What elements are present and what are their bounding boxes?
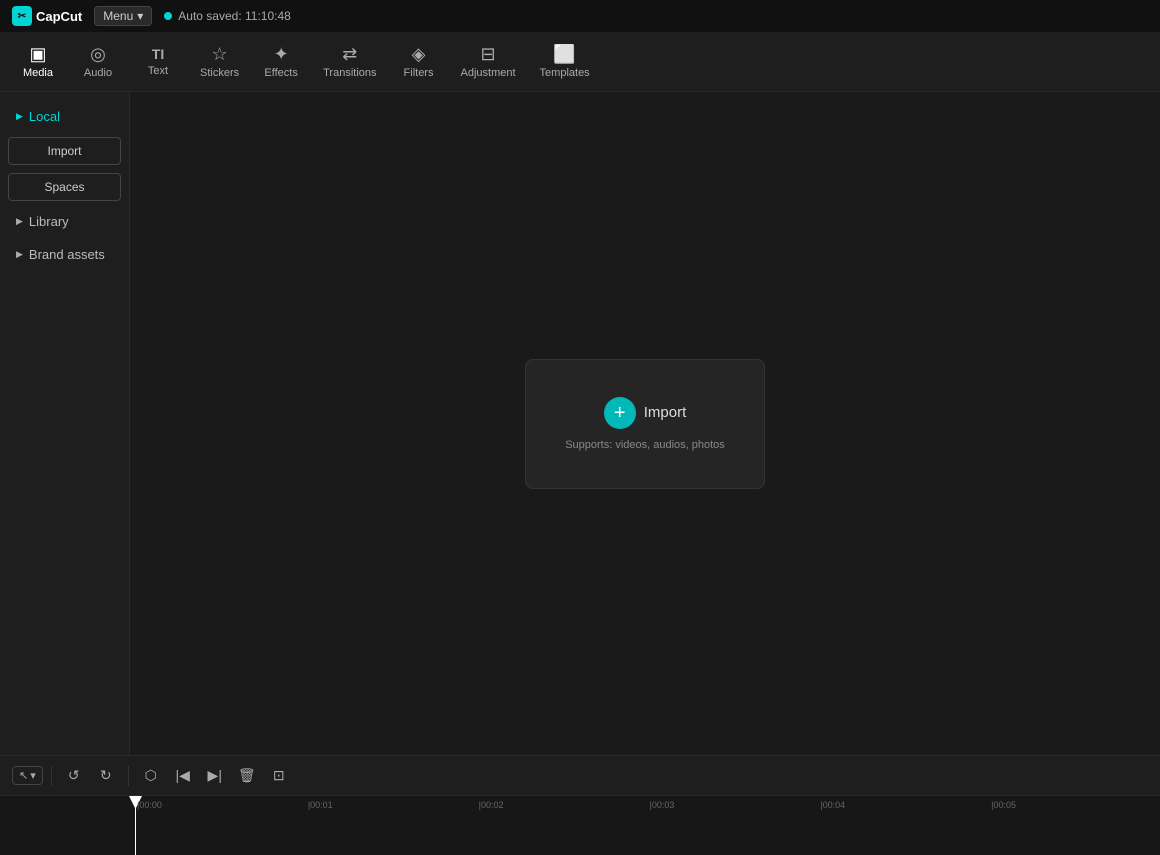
logo-text: CapCut <box>36 9 82 24</box>
templates-icon: ⬜ <box>553 45 575 63</box>
import-button[interactable]: Import <box>8 137 121 165</box>
chevron-right-icon-brand: ▶ <box>16 249 23 260</box>
trim-right-icon: ▶| <box>208 767 222 784</box>
import-plus-icon: + <box>604 397 636 429</box>
menu-button[interactable]: Menu ▾ <box>94 6 152 26</box>
import-card-title: Import <box>644 404 687 421</box>
transitions-icon: ⇄ <box>342 45 357 63</box>
split-button[interactable]: ⬡ <box>137 762 165 790</box>
toolbar-divider-2 <box>128 766 129 786</box>
sidebar-item-brand-assets[interactable]: ▶ Brand assets <box>4 239 125 270</box>
effects-icon: ✦ <box>274 45 289 63</box>
ruler-mark-4: |00:04 <box>818 800 989 810</box>
ruler-mark-2: |00:02 <box>477 800 648 810</box>
chevron-down-icon: ▶ <box>16 111 23 122</box>
split-icon: ⬡ <box>145 767 157 784</box>
redo-button[interactable]: ↻ <box>92 762 120 790</box>
nav-item-stickers[interactable]: ☆ Stickers <box>188 39 251 85</box>
undo-icon: ↺ <box>68 767 80 784</box>
ruler-mark-1: |00:01 <box>306 800 477 810</box>
import-card[interactable]: + Import Supports: videos, audios, photo… <box>525 359 765 489</box>
nav-item-templates[interactable]: ⬜ Templates <box>528 39 602 85</box>
nav-label-media: Media <box>23 67 53 79</box>
nav-item-transitions[interactable]: ⇄ Transitions <box>311 39 388 85</box>
media-icon: ▣ <box>29 45 46 63</box>
sidebar-library-label: Library <box>29 214 69 229</box>
top-nav: ▣ Media ◎ Audio TI Text ☆ Stickers ✦ Eff… <box>0 32 1160 92</box>
chevron-right-icon: ▶ <box>16 216 23 227</box>
spaces-label: Spaces <box>44 180 84 194</box>
nav-item-adjustment[interactable]: ⊟ Adjustment <box>449 39 528 85</box>
select-arrow-icon: ▾ <box>30 769 36 782</box>
filters-icon: ◈ <box>412 45 426 63</box>
trim-left-button[interactable]: |◀ <box>169 762 197 790</box>
import-card-top: + Import <box>604 397 687 429</box>
import-label: Import <box>47 144 81 158</box>
ruler-mark-5: |00:05 <box>989 800 1160 810</box>
trim-right-button[interactable]: ▶| <box>201 762 229 790</box>
nav-label-adjustment: Adjustment <box>461 67 516 79</box>
select-tool[interactable]: ↖ ▾ <box>12 766 43 785</box>
nav-label-transitions: Transitions <box>323 67 376 79</box>
trim-left-icon: |◀ <box>176 767 190 784</box>
autosave-text: Auto saved: 11:10:48 <box>178 9 291 23</box>
nav-item-filters[interactable]: ◈ Filters <box>389 39 449 85</box>
nav-label-stickers: Stickers <box>200 67 239 79</box>
ruler-mark-3: |00:03 <box>647 800 818 810</box>
sidebar-local-label: Local <box>29 109 60 124</box>
ruler-label-0: |00:00 <box>135 800 162 810</box>
nav-item-media[interactable]: ▣ Media <box>8 39 68 85</box>
toolbar-divider-1 <box>51 766 52 786</box>
ruler-label-3: |00:03 <box>647 800 674 810</box>
autosave-status: Auto saved: 11:10:48 <box>164 9 291 23</box>
menu-label: Menu <box>103 9 133 23</box>
audio-icon: ◎ <box>90 45 106 63</box>
stickers-icon: ☆ <box>211 45 227 63</box>
bottom-toolbar: ↖ ▾ ↺ ↻ ⬡ |◀ ▶| 🗑 ⊡ <box>0 755 1160 795</box>
nav-item-text[interactable]: TI Text <box>128 41 188 83</box>
titlebar: ✂ CapCut Menu ▾ Auto saved: 11:10:48 <box>0 0 1160 32</box>
nav-label-text: Text <box>148 65 168 77</box>
undo-button[interactable]: ↺ <box>60 762 88 790</box>
fit-button[interactable]: ⊡ <box>265 762 293 790</box>
redo-icon: ↻ <box>100 767 112 784</box>
cursor-icon: ↖ <box>19 769 28 782</box>
import-card-subtitle: Supports: videos, audios, photos <box>565 439 725 451</box>
sidebar-item-library[interactable]: ▶ Library <box>4 206 125 237</box>
sidebar: ▶ Local Import Spaces ▶ Library ▶ Brand … <box>0 92 130 755</box>
menu-arrow-icon: ▾ <box>137 9 143 23</box>
ruler-label-2: |00:02 <box>477 800 504 810</box>
delete-icon: 🗑 <box>238 767 256 784</box>
text-icon: TI <box>152 47 164 61</box>
nav-label-filters: Filters <box>404 67 434 79</box>
timeline-ruler: |00:00 |00:01 |00:02 |00:03 |00:04 |00:0… <box>0 796 1160 855</box>
adjustment-icon: ⊟ <box>480 45 495 63</box>
ruler-label-5: |00:05 <box>989 800 1016 810</box>
logo-icon: ✂ <box>12 6 32 26</box>
ruler-label-1: |00:01 <box>306 800 333 810</box>
nav-label-templates: Templates <box>540 67 590 79</box>
ruler-label-4: |00:04 <box>818 800 845 810</box>
sidebar-brand-assets-label: Brand assets <box>29 247 105 262</box>
timeline[interactable]: |00:00 |00:01 |00:02 |00:03 |00:04 |00:0… <box>0 795 1160 855</box>
nav-label-audio: Audio <box>84 67 112 79</box>
main-area: ▶ Local Import Spaces ▶ Library ▶ Brand … <box>0 92 1160 755</box>
nav-label-effects: Effects <box>264 67 297 79</box>
nav-item-audio[interactable]: ◎ Audio <box>68 39 128 85</box>
sidebar-item-local[interactable]: ▶ Local <box>4 101 125 132</box>
nav-item-effects[interactable]: ✦ Effects <box>251 39 311 85</box>
autosave-dot-icon <box>164 12 172 20</box>
content-area: + Import Supports: videos, audios, photo… <box>130 92 1160 755</box>
delete-button[interactable]: 🗑 <box>233 762 261 790</box>
logo: ✂ CapCut <box>12 6 82 26</box>
spaces-button[interactable]: Spaces <box>8 173 121 201</box>
fit-icon: ⊡ <box>273 767 285 784</box>
ruler-mark-0: |00:00 <box>135 800 306 810</box>
